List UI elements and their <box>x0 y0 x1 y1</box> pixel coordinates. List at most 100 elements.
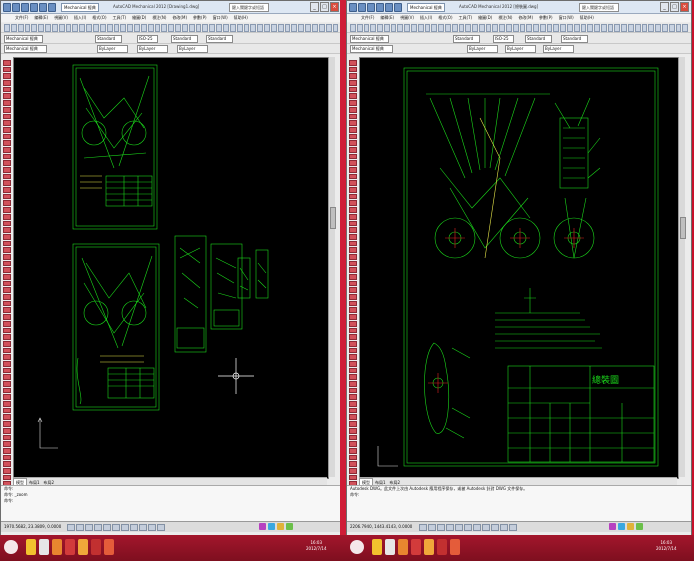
autocad-window-right: Mechanical 經典 AutoCAD Mechanical 2012 [總… <box>346 0 692 537</box>
save-icon[interactable] <box>367 3 375 12</box>
dim-style-select[interactable]: ISO-25 <box>493 35 514 43</box>
workspace-dropdown[interactable]: Mechanical 經典 <box>61 3 99 12</box>
status-bar: 1970.5682, 23.3809, 0.0000 <box>1 521 341 532</box>
menu-modify[interactable]: 修改(M) <box>518 14 533 22</box>
undo-icon[interactable] <box>30 3 38 12</box>
dim-style-select[interactable]: ISO-25 <box>137 35 158 43</box>
plot-icon[interactable] <box>394 3 402 12</box>
linetype-select[interactable]: ByLayer <box>505 45 536 53</box>
command-window[interactable]: Autodesk DWG。此文件上次由 Autodesk 應用程序保存，或被 A… <box>347 485 691 522</box>
drawing-canvas[interactable]: 總裝圖 <box>359 57 679 479</box>
start-button[interactable] <box>4 540 18 554</box>
menu-parametric[interactable]: 參數(P) <box>193 14 207 22</box>
search-input[interactable]: 鍵入關鍵字或短語 <box>579 3 619 12</box>
quick-access-toolbar[interactable] <box>3 3 56 12</box>
menu-view[interactable]: 視圖(V) <box>400 14 414 22</box>
layers-toolbar: Mechanical 經典 ByLayer ByLayer ByLayer <box>1 44 341 54</box>
layer-select[interactable]: Mechanical 經典 <box>350 45 393 53</box>
table-style-select[interactable]: Standard <box>171 35 198 43</box>
menu-dimension[interactable]: 標注(N) <box>152 14 166 22</box>
drafting-toggles[interactable] <box>419 524 517 531</box>
plot-icon[interactable] <box>48 3 56 12</box>
menu-window[interactable]: 窗口(W) <box>559 14 574 22</box>
command-prompt[interactable]: 命令: <box>347 492 691 498</box>
menu-view[interactable]: 視圖(V) <box>54 14 68 22</box>
menu-edit[interactable]: 編輯(E) <box>380 14 394 22</box>
window-controls: _ □ × <box>310 2 339 12</box>
window-title: AutoCAD Mechanical 2012 [總裝圖.dwg] <box>459 4 539 9</box>
menu-dimension[interactable]: 標注(N) <box>498 14 512 22</box>
workspace-select[interactable]: Mechanical 經典 <box>4 35 43 43</box>
save-icon[interactable] <box>21 3 29 12</box>
system-clock[interactable]: 16:03 2012/7/14 <box>656 540 677 552</box>
coordinate-readout: 1970.5682, 23.3809, 0.0000 <box>4 524 62 529</box>
multileader-style-select[interactable]: Standard <box>206 35 233 43</box>
minimize-button[interactable]: _ <box>660 2 669 12</box>
linetype-select[interactable]: ByLayer <box>137 45 168 53</box>
menu-help[interactable]: 幫助(H) <box>580 14 594 22</box>
lineweight-select[interactable]: ByLayer <box>177 45 208 53</box>
toolbar-icons[interactable] <box>4 24 339 32</box>
menu-format[interactable]: 格式(O) <box>92 14 106 22</box>
lineweight-select[interactable]: ByLayer <box>543 45 574 53</box>
table-style-select[interactable]: Standard <box>525 35 552 43</box>
search-input[interactable]: 鍵入關鍵字或短語 <box>229 3 269 12</box>
menu-tools[interactable]: 工具(T) <box>459 14 473 22</box>
menu-window[interactable]: 窗口(W) <box>213 14 228 22</box>
close-button[interactable]: × <box>680 2 689 12</box>
draw-toolbar[interactable] <box>2 56 11 494</box>
command-window[interactable]: 命令: 命令: _zoom 命令: <box>1 485 341 522</box>
vertical-scrollbar[interactable] <box>678 57 686 477</box>
menu-edit[interactable]: 編輯(E) <box>34 14 48 22</box>
redo-icon[interactable] <box>39 3 47 12</box>
menu-modify[interactable]: 修改(M) <box>172 14 187 22</box>
styles-toolbar: Mechanical 經典 Standard ISO-25 Standard S… <box>1 33 341 44</box>
coordinate-readout: 2206.7940, 1443.4143, 0.0000 <box>350 524 413 529</box>
layer-select[interactable]: Mechanical 經典 <box>4 45 47 53</box>
window-title: AutoCAD Mechanical 2012 [Drawing1.dwg] <box>113 4 200 9</box>
taskbar-apps-left[interactable] <box>26 539 114 555</box>
redo-icon[interactable] <box>385 3 393 12</box>
menu-format[interactable]: 格式(O) <box>438 14 452 22</box>
vertical-scrollbar[interactable] <box>328 57 336 477</box>
menu-file[interactable]: 文件(F) <box>15 14 28 22</box>
draw-toolbar[interactable] <box>348 56 357 494</box>
menu-file[interactable]: 文件(F) <box>361 14 374 22</box>
command-prompt[interactable]: 命令: <box>1 498 341 504</box>
minimize-button[interactable]: _ <box>310 2 319 12</box>
undo-icon[interactable] <box>376 3 384 12</box>
toolbar-icons[interactable] <box>350 24 689 32</box>
system-clock[interactable]: 16:03 2012/7/14 <box>306 540 327 552</box>
standard-toolbar <box>1 23 341 33</box>
taskbar-apps-right[interactable] <box>372 539 460 555</box>
maximize-button[interactable]: □ <box>320 2 329 12</box>
color-select[interactable]: ByLayer <box>467 45 498 53</box>
new-icon[interactable] <box>3 3 11 12</box>
maximize-button[interactable]: □ <box>670 2 679 12</box>
menu-draw[interactable]: 繪圖(D) <box>478 14 492 22</box>
close-button[interactable]: × <box>330 2 339 12</box>
menu-insert[interactable]: 插入(I) <box>74 14 86 22</box>
new-icon[interactable] <box>349 3 357 12</box>
text-style-select[interactable]: Standard <box>95 35 122 43</box>
start-button[interactable] <box>350 540 364 554</box>
status-tray-icons[interactable] <box>259 523 293 530</box>
menu-parametric[interactable]: 參數(P) <box>539 14 553 22</box>
color-select[interactable]: ByLayer <box>97 45 128 53</box>
menu-draw[interactable]: 繪圖(D) <box>132 14 146 22</box>
open-icon[interactable] <box>358 3 366 12</box>
open-icon[interactable] <box>12 3 20 12</box>
workspace-dropdown[interactable]: Mechanical 經典 <box>407 3 445 12</box>
text-style-select[interactable]: Standard <box>453 35 480 43</box>
drafting-toggles[interactable] <box>67 524 165 531</box>
menu-tools[interactable]: 工具(T) <box>113 14 127 22</box>
workspace-select[interactable]: Mechanical 經典 <box>350 35 389 43</box>
layers-toolbar: Mechanical 經典 ByLayer ByLayer ByLayer <box>347 44 691 54</box>
status-tray-icons[interactable] <box>609 523 643 530</box>
quick-access-toolbar[interactable] <box>349 3 402 12</box>
menu-insert[interactable]: 插入(I) <box>420 14 432 22</box>
menu-help[interactable]: 幫助(H) <box>234 14 248 22</box>
multileader-style-select[interactable]: Standard <box>561 35 588 43</box>
assembly-drawing: 總裝圖 <box>377 67 659 467</box>
drawing-canvas[interactable] <box>13 57 329 479</box>
